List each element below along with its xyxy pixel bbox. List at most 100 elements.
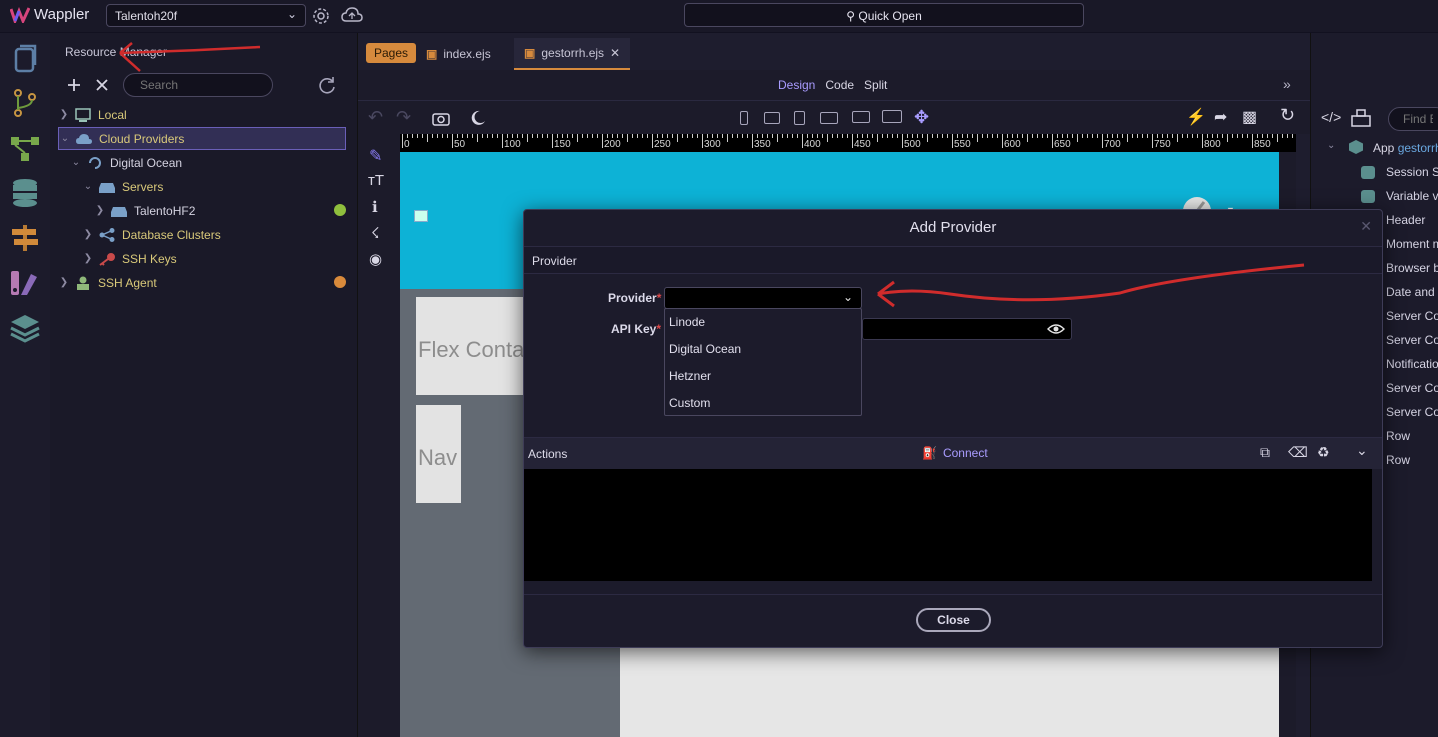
view-design[interactable]: Design bbox=[778, 78, 815, 92]
settings-gear-icon[interactable] bbox=[312, 7, 330, 25]
tree-item-ssh-agent[interactable]: ❯ SSH Agent bbox=[58, 271, 346, 294]
tablet-icon[interactable] bbox=[794, 111, 805, 125]
content-block[interactable] bbox=[620, 647, 1279, 737]
ruler-minor-tick bbox=[577, 134, 578, 142]
tab-index[interactable]: ▣ index.ejs bbox=[416, 38, 501, 70]
ruler-minor-tick bbox=[1147, 134, 1148, 138]
structure-item[interactable]: Server Con bbox=[1386, 309, 1438, 323]
chevron-down-icon[interactable]: ⌄ bbox=[1356, 442, 1368, 459]
nav-block[interactable]: Nav bbox=[416, 405, 461, 503]
close-tab-icon[interactable]: ✕ bbox=[610, 46, 620, 60]
structure-item[interactable]: Row bbox=[1386, 453, 1410, 467]
git-branch-icon[interactable] bbox=[9, 88, 41, 118]
chevron-down-icon[interactable]: ⌄ bbox=[1327, 140, 1335, 151]
copy-icon[interactable]: ⧉ bbox=[1260, 444, 1270, 461]
undo-icon[interactable]: ↶ bbox=[368, 107, 383, 128]
ruler-minor-tick bbox=[1017, 134, 1018, 138]
wide-desktop-icon[interactable] bbox=[882, 110, 902, 123]
move-icon[interactable]: ✥ bbox=[914, 107, 929, 128]
workflow-icon[interactable] bbox=[9, 133, 41, 163]
tab-gestorrh[interactable]: ▣ gestorrh.ejs ✕ bbox=[514, 38, 631, 70]
tree-item-digital-ocean[interactable]: ⌄ Digital Ocean bbox=[70, 151, 358, 174]
camera-icon[interactable] bbox=[432, 111, 450, 126]
laptop-icon[interactable] bbox=[820, 112, 838, 124]
structure-item[interactable]: Row bbox=[1386, 429, 1410, 443]
remove-icon[interactable] bbox=[96, 79, 108, 91]
ruler-minor-tick bbox=[1197, 134, 1198, 138]
project-select[interactable]: Talentoh20f ⌄ bbox=[106, 4, 306, 27]
qr-code-icon[interactable]: ▩ bbox=[1242, 107, 1257, 127]
option-digital-ocean[interactable]: Digital Ocean bbox=[669, 342, 741, 356]
structure-item[interactable]: Browser b bbox=[1386, 261, 1438, 275]
reload-icon[interactable]: ↻ bbox=[1280, 105, 1295, 126]
view-split[interactable]: Split bbox=[864, 78, 887, 92]
ruler-minor-tick bbox=[422, 134, 423, 138]
tree-item-local[interactable]: ❯ Local bbox=[58, 103, 346, 126]
provider-select[interactable]: ⌄ bbox=[664, 287, 862, 309]
option-custom[interactable]: Custom bbox=[669, 396, 710, 410]
eye-icon[interactable]: ◉ bbox=[369, 250, 382, 268]
tree-item-database-clusters[interactable]: ❯ Database Clusters bbox=[82, 223, 346, 246]
ruler-minor-tick bbox=[1192, 134, 1193, 138]
debug-icon[interactable]: ♻ bbox=[1317, 444, 1330, 461]
close-button[interactable]: Close bbox=[916, 608, 991, 632]
redo-icon[interactable]: ↷ bbox=[396, 107, 411, 128]
design-palette-icon[interactable] bbox=[9, 268, 41, 298]
refresh-icon[interactable] bbox=[318, 76, 336, 94]
tree-item-ssh-keys[interactable]: ❯ SSH Keys bbox=[82, 247, 346, 270]
close-icon[interactable]: ✕ bbox=[1360, 218, 1372, 235]
structure-item[interactable]: Variable v bbox=[1386, 189, 1438, 203]
option-hetzner[interactable]: Hetzner bbox=[669, 369, 711, 383]
structure-item[interactable]: Session St bbox=[1386, 165, 1438, 179]
signpost-icon[interactable] bbox=[9, 223, 41, 253]
share-icon[interactable]: ➦ bbox=[1214, 107, 1227, 127]
structure-item[interactable]: Server Con bbox=[1386, 405, 1438, 419]
flex-container-block[interactable]: Flex Conta bbox=[416, 297, 526, 395]
expand-icon[interactable]: » bbox=[1283, 76, 1291, 92]
api-key-input[interactable] bbox=[862, 318, 1072, 340]
cloud-sync-icon[interactable] bbox=[341, 7, 363, 23]
option-linode[interactable]: Linode bbox=[669, 315, 705, 329]
desktop-icon[interactable] bbox=[852, 111, 870, 123]
dark-mode-icon[interactable] bbox=[470, 110, 486, 126]
ruler-minor-tick bbox=[582, 134, 583, 138]
ruler-minor-tick bbox=[1077, 134, 1078, 142]
structure-item[interactable]: Header bbox=[1386, 213, 1425, 227]
ruler-minor-tick bbox=[557, 134, 558, 138]
pages-icon[interactable] bbox=[9, 43, 41, 73]
tree-item-servers[interactable]: ⌄ Servers bbox=[82, 175, 346, 198]
info-icon[interactable]: ℹ bbox=[372, 198, 378, 216]
app-node[interactable]: App gestorrh bbox=[1373, 141, 1438, 155]
quick-open-button[interactable]: ⚲ Quick Open bbox=[684, 3, 1084, 27]
layers-icon[interactable] bbox=[9, 313, 41, 343]
text-size-icon[interactable]: тT bbox=[368, 172, 384, 189]
structure-item[interactable]: Server Con bbox=[1386, 381, 1438, 395]
find-element-input[interactable] bbox=[1388, 107, 1438, 131]
component-icon[interactable] bbox=[1351, 109, 1371, 127]
database-icon[interactable] bbox=[9, 178, 41, 208]
view-code[interactable]: Code bbox=[825, 78, 854, 92]
lightning-icon[interactable]: ⚡ bbox=[1186, 107, 1206, 127]
connect-button[interactable]: ⛽ Connect bbox=[922, 446, 988, 460]
structure-item[interactable]: Date and T bbox=[1386, 285, 1438, 299]
add-icon[interactable] bbox=[67, 78, 81, 92]
mobile-landscape-icon[interactable] bbox=[764, 112, 780, 124]
structure-item[interactable]: Server Con bbox=[1386, 333, 1438, 347]
tree-item-server[interactable]: ❯ TalentoHF2 bbox=[94, 199, 346, 222]
console-scrollbar[interactable] bbox=[1372, 469, 1382, 581]
mobile-icon[interactable] bbox=[740, 111, 748, 125]
eraser-icon[interactable]: ⌫ bbox=[1288, 444, 1308, 461]
code-icon[interactable]: </> bbox=[1321, 109, 1341, 125]
ruler-minor-tick bbox=[667, 134, 668, 138]
shirt-icon[interactable]: ☇ bbox=[371, 224, 380, 242]
structure-item[interactable]: Moment m bbox=[1386, 237, 1438, 251]
tab-pages[interactable]: Pages bbox=[366, 43, 417, 63]
ruler-label: 100 bbox=[504, 139, 521, 150]
eye-icon[interactable] bbox=[1047, 322, 1065, 336]
edit-icon[interactable]: ✎ bbox=[369, 146, 382, 166]
ruler-tick bbox=[802, 134, 803, 148]
tree-item-cloud-providers[interactable]: ⌄ Cloud Providers bbox=[58, 127, 346, 150]
structure-item[interactable]: Notificatio bbox=[1386, 357, 1438, 371]
ruler-label: 50 bbox=[454, 139, 466, 150]
action-console-output[interactable] bbox=[524, 469, 1372, 581]
